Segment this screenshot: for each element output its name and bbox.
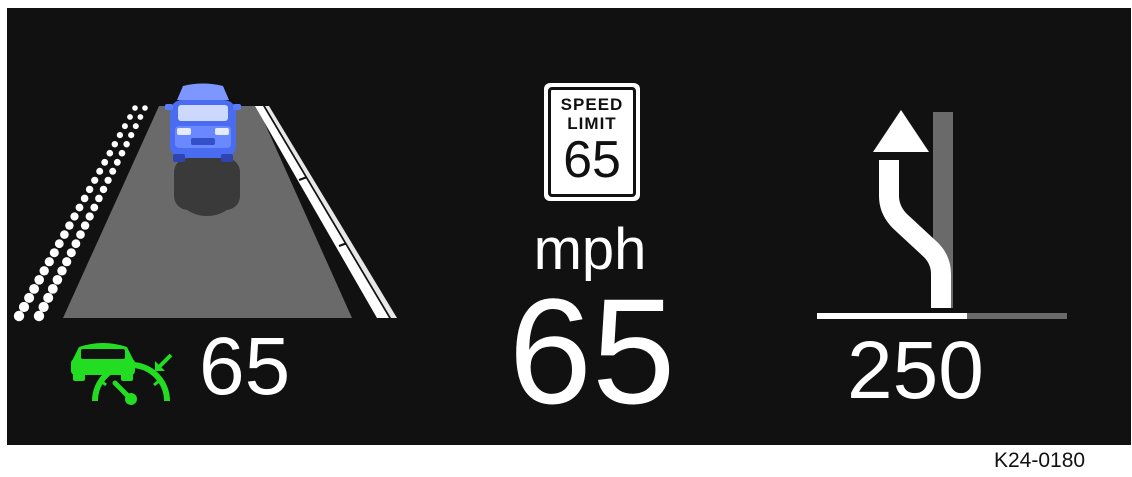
lane-marking-dot [80, 221, 90, 230]
lane-marking-dot [101, 158, 109, 166]
lane-marking-dot [95, 194, 103, 203]
lane-marking-dot [127, 114, 133, 120]
lane-marking-dot [111, 141, 119, 148]
lane-marking-dot [75, 203, 84, 212]
lane-marking-dot [71, 239, 81, 249]
lane-marking-dot [52, 275, 63, 285]
lane-marking-dot [128, 132, 135, 139]
lane-marking-dot [106, 149, 114, 157]
acc-set-speed: 65 [199, 321, 291, 412]
lane-marking-dot [116, 132, 123, 139]
lane-marking-dot [60, 230, 69, 239]
lane-marking-dot [47, 284, 58, 294]
lane-marking-dot [137, 114, 144, 120]
lane-marking-dot [43, 292, 54, 303]
lane-marking-dot [80, 194, 89, 203]
reference-code: K24-0180 [994, 449, 1086, 472]
speed-limit-sign-border: SPEED LIMIT 65 [548, 87, 636, 197]
lane-marking-dot [123, 141, 130, 148]
lane-marking-dot [38, 301, 49, 313]
acc-car-speedometer-icon [71, 343, 173, 405]
lane-marking-dot [18, 301, 30, 313]
lane-marking-dot [49, 248, 59, 258]
lane-marking-dot [76, 230, 85, 239]
car-front-view-icon [165, 83, 241, 162]
keep-left-lane-arrow-icon [817, 110, 1067, 319]
lane-marking-dot [96, 167, 104, 175]
lane-marking-dot [99, 185, 108, 194]
lane-marking-dot [132, 105, 138, 111]
speed-limit-sign-line1: SPEED [560, 95, 624, 114]
lane-marking-dot [44, 257, 54, 267]
lane-marking-dot [121, 123, 128, 130]
lane-marking-dot [142, 105, 148, 111]
head-up-display: 65 SPEED LIMIT 65 mph 65 250 [7, 8, 1131, 445]
lane-marking-dot [85, 212, 94, 221]
lane-marking-dot [113, 158, 121, 166]
lane-marking-dot [118, 149, 126, 157]
lane-marking-dot [34, 275, 44, 285]
lane-marking-dot [13, 310, 25, 322]
lane-marking-dot [29, 284, 39, 294]
lane-marking-dot [65, 221, 74, 230]
lane-marking-dot [39, 266, 49, 276]
lane-marking-dot [90, 203, 99, 212]
distance-progress-fill [817, 313, 967, 319]
lane-marking-dot [33, 310, 45, 322]
lane-marking-dot [109, 167, 117, 175]
lane-marking-dot [24, 292, 35, 303]
lane-marking-dot [62, 257, 72, 267]
lane-marking-dot [85, 185, 94, 194]
speed-limit-value: 65 [563, 131, 621, 189]
lane-marking-dot [91, 176, 99, 184]
lane-assist-view [13, 83, 397, 322]
lane-marking-dot [104, 176, 112, 184]
lane-marking-dot [66, 248, 76, 258]
lane-marking-dot [57, 266, 67, 276]
navigation-distance: 250 [847, 325, 984, 416]
lane-marking-dot [132, 123, 139, 130]
current-speed: 65 [508, 267, 676, 435]
lane-marking-dot [70, 212, 79, 221]
lane-marking-dot [54, 239, 64, 249]
speed-limit-sign: SPEED LIMIT 65 [544, 83, 640, 201]
